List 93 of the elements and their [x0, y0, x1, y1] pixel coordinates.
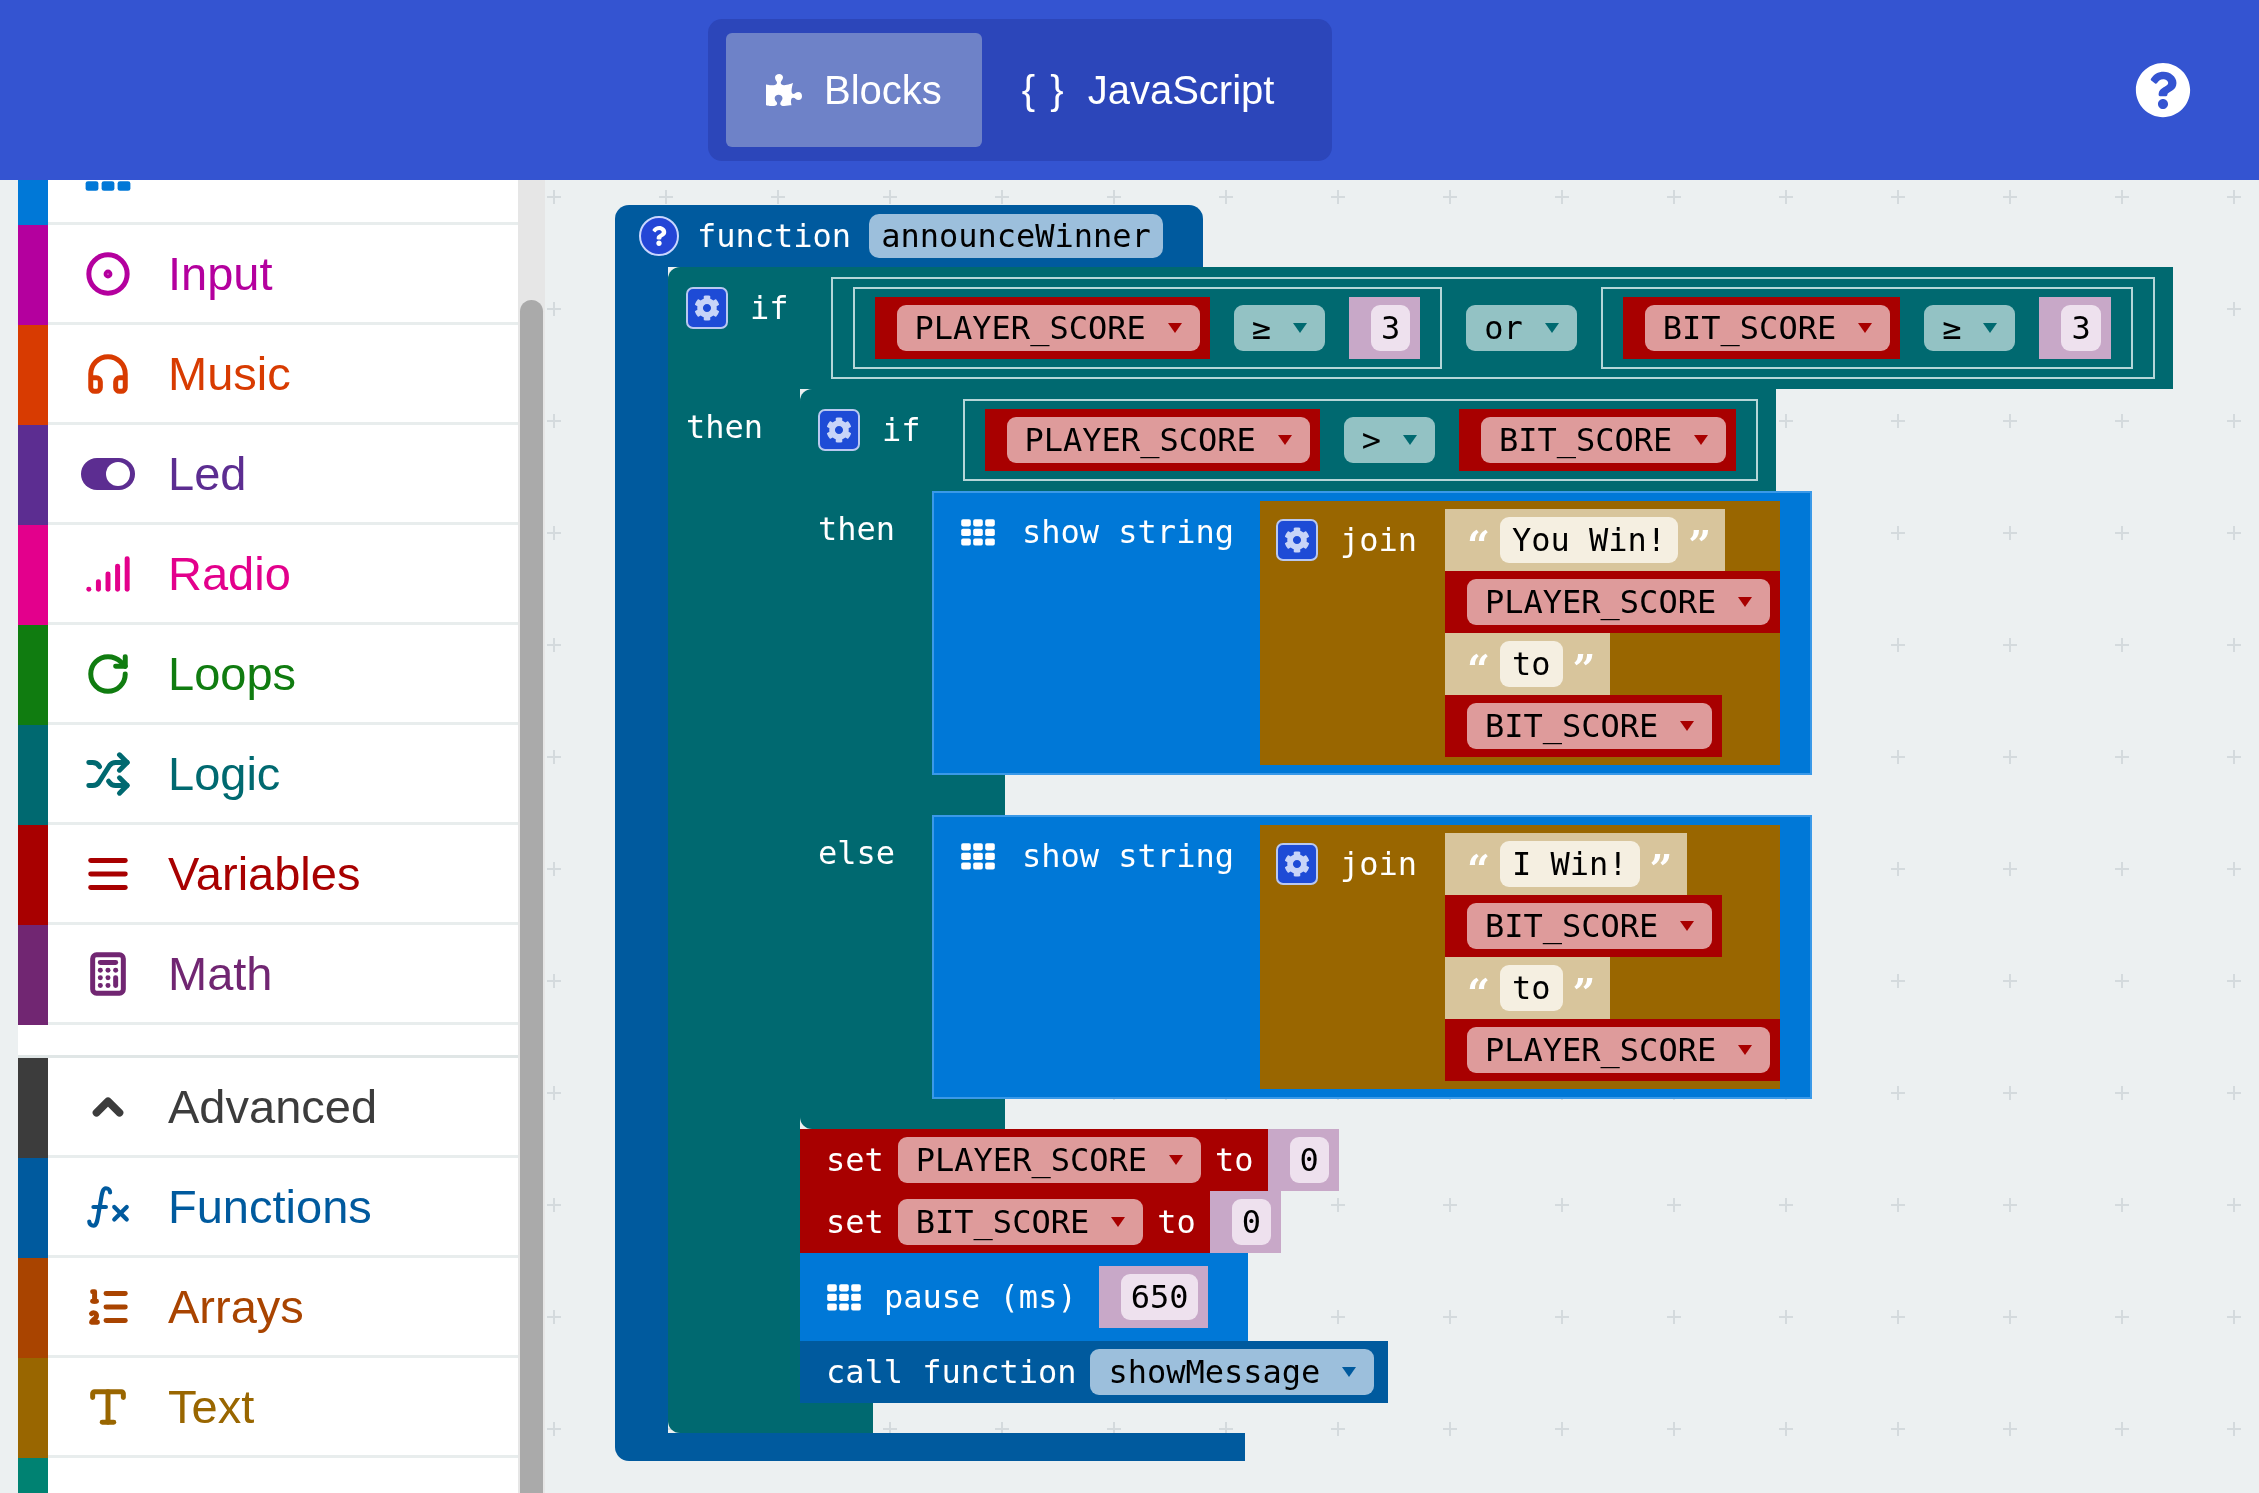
gear-icon[interactable]	[686, 287, 728, 329]
quote-mark: “	[1467, 520, 1490, 565]
variable-dropdown[interactable]: PLAYER_SCORE	[1006, 416, 1310, 464]
block-label: show string	[1022, 840, 1234, 872]
quote-mark: ”	[1572, 968, 1596, 1013]
category-item[interactable]: Loops	[18, 625, 518, 725]
category-item[interactable]: Input	[18, 225, 518, 325]
block-label: join	[1339, 848, 1417, 880]
help-icon[interactable]	[639, 216, 679, 256]
block-label: show string	[1022, 516, 1234, 548]
block-label: to	[1215, 1144, 1254, 1176]
variable-dropdown[interactable]: PLAYER_SCORE	[897, 1136, 1201, 1184]
block-label: then	[818, 510, 896, 548]
operator-dropdown[interactable]: >	[1343, 416, 1435, 464]
editor-tab[interactable]: Blocks	[726, 33, 982, 147]
text-field[interactable]: to	[1500, 640, 1563, 688]
number-field[interactable]: 650	[1120, 1273, 1199, 1321]
quote-mark: “	[1467, 644, 1490, 689]
editor-tab[interactable]: { } JavaScript	[981, 33, 1315, 147]
caret-icon	[1111, 1217, 1126, 1227]
toggle-icon	[80, 456, 136, 491]
quote-mark: ”	[1688, 520, 1712, 565]
category-item[interactable]: Logic	[18, 725, 518, 825]
variable-dropdown[interactable]: BIT_SCORE	[1644, 304, 1891, 352]
gear-icon[interactable]	[818, 409, 860, 451]
variable-dropdown[interactable]: PLAYER_SCORE	[896, 304, 1200, 352]
block-label: to	[1157, 1206, 1196, 1238]
caret-icon	[1169, 1155, 1183, 1165]
number-field[interactable]: 0	[1231, 1198, 1271, 1246]
caret-icon	[1680, 721, 1695, 731]
caret-icon	[1277, 435, 1292, 445]
block-label: set	[826, 1206, 884, 1238]
block-label: function	[697, 220, 852, 252]
block-label: if	[882, 414, 921, 446]
text-field[interactable]: to	[1500, 964, 1563, 1012]
block-label: set	[826, 1144, 884, 1176]
block-label: then	[686, 408, 764, 446]
grid-icon	[960, 841, 996, 871]
number-field[interactable]: 3	[1371, 304, 1411, 352]
block-label: join	[1339, 524, 1417, 556]
help-icon[interactable]	[2135, 62, 2191, 118]
caret-icon	[1858, 323, 1873, 333]
text-field[interactable]: I Win!	[1500, 840, 1640, 888]
scrollbar-thumb[interactable]	[520, 300, 543, 1493]
quote-mark: ”	[1572, 644, 1596, 689]
caret-icon	[1694, 435, 1709, 445]
caret-icon	[1738, 1045, 1753, 1055]
caret-icon	[1293, 323, 1307, 333]
function-dropdown[interactable]: showMessage	[1090, 1348, 1375, 1396]
advanced-toggle[interactable]: Advanced	[18, 1058, 518, 1158]
category-item[interactable]: Variables	[18, 825, 518, 925]
caret-icon	[1983, 323, 1998, 333]
number-field[interactable]: 0	[1289, 1136, 1329, 1184]
variable-dropdown[interactable]: BIT_SCORE	[1467, 702, 1713, 750]
category-item[interactable]: Arrays	[18, 1258, 518, 1358]
variable-dropdown[interactable]: BIT_SCORE	[897, 1198, 1144, 1246]
puzzle-icon	[766, 72, 802, 108]
variable-dropdown[interactable]: PLAYER_SCORE	[1467, 578, 1771, 626]
braces-icon: { }	[1021, 67, 1066, 113]
caret-icon	[1403, 435, 1417, 445]
variable-dropdown[interactable]: BIT_SCORE	[1481, 416, 1727, 464]
text-field[interactable]: You Win!	[1500, 516, 1679, 564]
gear-icon[interactable]	[1275, 519, 1318, 561]
caret-icon	[1738, 597, 1753, 607]
caret-icon	[1342, 1367, 1357, 1377]
block-label: call function	[826, 1356, 1077, 1388]
function-name-field[interactable]: announceWinner	[869, 214, 1163, 258]
category-item[interactable]: Radio	[18, 525, 518, 625]
category-item[interactable]: Text	[18, 1358, 518, 1458]
operator-dropdown[interactable]: or	[1466, 304, 1577, 352]
category-item[interactable]: Math	[18, 925, 518, 1025]
quote-mark: “	[1467, 844, 1490, 889]
block-label: pause (ms)	[884, 1281, 1077, 1313]
block-label: else	[818, 834, 896, 872]
operator-dropdown[interactable]: ≥	[1233, 304, 1325, 352]
quote-mark: “	[1467, 968, 1490, 1013]
grid-icon	[826, 1282, 862, 1312]
variable-dropdown[interactable]: BIT_SCORE	[1467, 902, 1713, 950]
grid-icon	[960, 517, 996, 547]
category-item[interactable]: Music	[18, 325, 518, 425]
variable-dropdown[interactable]: PLAYER_SCORE	[1467, 1026, 1771, 1074]
shuffle-icon	[85, 750, 131, 797]
number-field[interactable]: 3	[2061, 304, 2101, 352]
caret-icon	[1680, 921, 1695, 931]
caret-icon	[1544, 323, 1559, 333]
caret-icon	[1167, 323, 1182, 333]
category-item[interactable]: Led	[18, 425, 518, 525]
gear-icon[interactable]	[1275, 843, 1318, 885]
operator-dropdown[interactable]: ≥	[1924, 304, 2016, 352]
quote-mark: ”	[1649, 844, 1673, 889]
target-icon	[85, 250, 131, 297]
category-item[interactable]: Functions	[18, 1158, 518, 1258]
block-label: if	[750, 292, 789, 324]
